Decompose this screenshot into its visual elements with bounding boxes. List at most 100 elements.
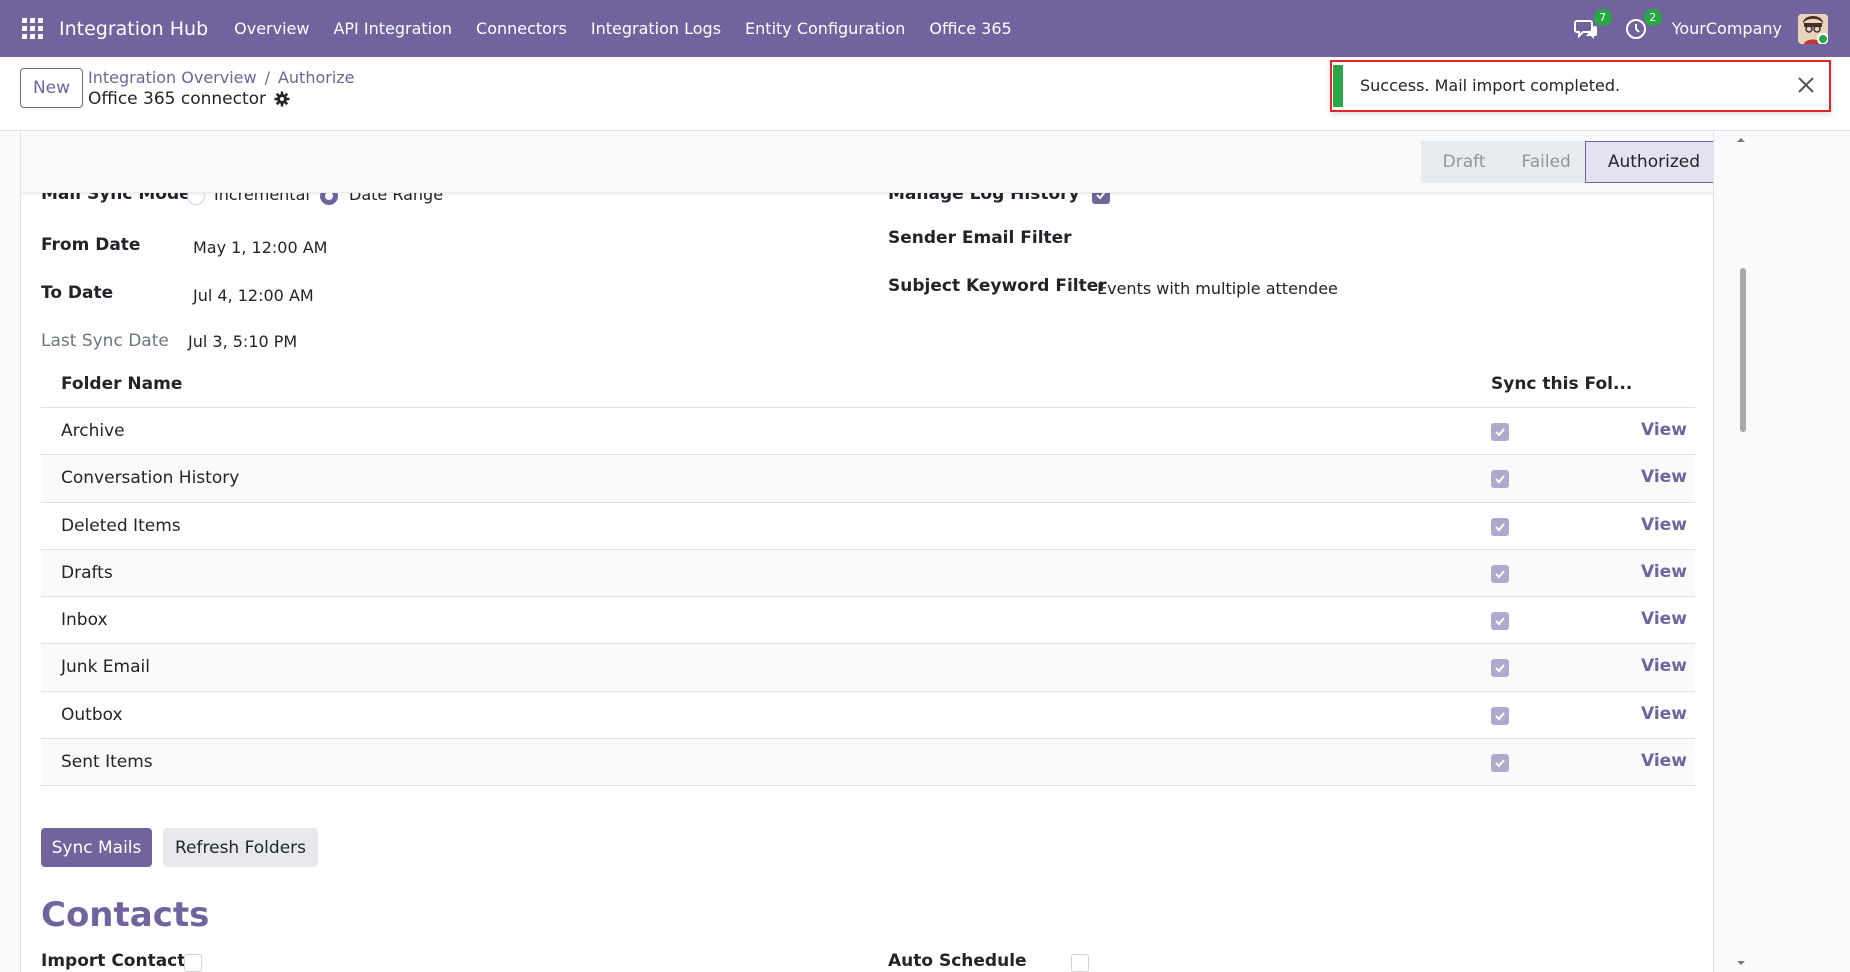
sync-folder-checkbox	[1491, 754, 1509, 773]
sender-email-filter-input[interactable]	[1097, 230, 1597, 252]
activities-button[interactable]: 2	[1622, 8, 1662, 43]
subject-keyword-filter-input[interactable]: Events with multiple attendee	[1097, 279, 1338, 298]
to-date-field[interactable]: Jul 4, 12:00 AM	[193, 286, 314, 305]
view-folder-button[interactable]: View	[1641, 420, 1687, 440]
check-icon	[1495, 570, 1505, 579]
column-folder-name[interactable]: Folder Name	[61, 374, 182, 394]
sync-folder-checkbox	[1491, 564, 1509, 583]
sync-folder-checkbox	[1491, 706, 1509, 725]
check-icon	[1495, 475, 1505, 484]
refresh-folders-button[interactable]: Refresh Folders	[163, 828, 318, 867]
table-row[interactable]: Outbox View	[41, 692, 1695, 740]
messages-badge: 7	[1593, 8, 1612, 26]
menu-entity-configuration[interactable]: Entity Configuration	[745, 19, 905, 38]
status-authorized[interactable]: Authorized	[1584, 141, 1713, 183]
sync-mails-button[interactable]: Sync Mails	[41, 828, 152, 867]
status-failed[interactable]: Failed	[1499, 141, 1585, 183]
folder-name[interactable]: Inbox	[61, 610, 108, 630]
subject-keyword-filter-label: Subject Keyword Filter	[888, 276, 1107, 296]
view-folder-button[interactable]: View	[1641, 704, 1687, 724]
top-navbar: Integration Hub Overview API Integration…	[0, 0, 1850, 57]
success-notification: Success. Mail import completed.	[1330, 60, 1831, 112]
menu-api-integration[interactable]: API Integration	[333, 19, 452, 38]
folder-name[interactable]: Outbox	[61, 705, 123, 725]
menu-integration-logs[interactable]: Integration Logs	[591, 19, 721, 38]
check-icon	[1495, 759, 1505, 768]
menu-connectors[interactable]: Connectors	[476, 19, 567, 38]
user-avatar[interactable]	[1798, 13, 1828, 44]
folder-name[interactable]: Junk Email	[61, 657, 150, 677]
notification-message: Success. Mail import completed.	[1360, 76, 1621, 95]
table-row[interactable]: Inbox View	[41, 597, 1695, 645]
table-row[interactable]: Drafts View	[41, 549, 1695, 598]
sender-email-filter-label: Sender Email Filter	[888, 228, 1072, 248]
auto-schedule-checkbox[interactable]	[1071, 954, 1089, 972]
view-folder-button[interactable]: View	[1641, 609, 1687, 629]
view-folder-button[interactable]: View	[1641, 562, 1687, 582]
breadcrumb-integration-overview[interactable]: Integration Overview	[88, 68, 257, 87]
check-icon	[1495, 664, 1505, 673]
app-brand[interactable]: Integration Hub	[59, 18, 208, 40]
messages-button[interactable]: 7	[1572, 8, 1612, 43]
table-row[interactable]: Conversation History View	[41, 455, 1695, 503]
folder-name[interactable]: Sent Items	[61, 752, 153, 772]
breadcrumb-authorize[interactable]: Authorize	[278, 68, 355, 87]
last-sync-date-value: Jul 3, 5:10 PM	[188, 332, 298, 351]
record-name: Office 365 connector	[88, 89, 267, 109]
activities-badge: 2	[1643, 8, 1662, 26]
from-date-label: From Date	[41, 235, 141, 255]
table-row[interactable]: Sent Items View	[41, 739, 1695, 787]
view-folder-button[interactable]: View	[1641, 467, 1687, 487]
sync-folder-checkbox	[1491, 423, 1509, 441]
breadcrumb: Integration Overview / Authorize	[88, 68, 355, 87]
main-menu: Overview API Integration Connectors Inte…	[234, 19, 1036, 38]
check-icon	[1495, 522, 1505, 532]
scroll-down-icon[interactable]	[1736, 958, 1746, 968]
folder-name[interactable]: Drafts	[61, 563, 113, 583]
breadcrumb-separator: /	[264, 68, 270, 87]
record-title: Office 365 connector	[88, 89, 290, 109]
last-sync-date-label: Last Sync Date	[41, 331, 169, 351]
sync-folder-checkbox	[1491, 659, 1509, 678]
check-icon	[1495, 617, 1505, 626]
gear-icon[interactable]	[274, 91, 290, 107]
view-folder-button[interactable]: View	[1641, 656, 1687, 676]
scrollbar[interactable]	[1734, 131, 1748, 972]
table-row[interactable]: Junk Email View	[41, 644, 1695, 692]
new-button[interactable]: New	[20, 68, 83, 108]
notification-success-strip	[1333, 65, 1343, 107]
table-row[interactable]: Archive View	[41, 408, 1695, 456]
to-date-label: To Date	[41, 283, 114, 303]
form-sheet: Draft Failed Authorized Mail Sync Mode I…	[20, 131, 1714, 972]
folder-name[interactable]: Conversation History	[61, 468, 239, 488]
folder-name[interactable]: Archive	[61, 421, 125, 441]
view-folder-button[interactable]: View	[1641, 515, 1687, 535]
folder-name[interactable]: Deleted Items	[61, 516, 181, 536]
table-header: Folder Name Sync this Fol...	[41, 361, 1695, 408]
menu-overview[interactable]: Overview	[234, 19, 309, 38]
clock-icon	[1625, 18, 1646, 39]
status-bar: Draft Failed Authorized	[21, 131, 1713, 193]
close-icon[interactable]	[1795, 74, 1817, 96]
sync-folder-checkbox	[1491, 517, 1509, 536]
folders-table: Folder Name Sync this Fol... Archive View…	[41, 361, 1695, 787]
scroll-up-icon[interactable]	[1736, 135, 1746, 145]
import-contact-label: Import Contact	[41, 951, 186, 971]
menu-office-365[interactable]: Office 365	[929, 19, 1011, 38]
check-icon	[1495, 712, 1505, 721]
contacts-section-title: Contacts	[41, 895, 210, 935]
apps-grid-icon[interactable]	[22, 17, 44, 40]
sync-folder-checkbox	[1491, 470, 1509, 489]
view-folder-button[interactable]: View	[1641, 751, 1687, 771]
column-sync-this-folder[interactable]: Sync this Fol...	[1491, 374, 1632, 394]
table-row[interactable]: Deleted Items View	[41, 503, 1695, 550]
check-icon	[1495, 428, 1505, 437]
from-date-field[interactable]: May 1, 12:00 AM	[193, 238, 327, 257]
online-status-dot	[1817, 32, 1828, 44]
import-contact-checkbox[interactable]	[184, 954, 202, 972]
auto-schedule-label: Auto Schedule	[888, 951, 1027, 971]
company-switcher[interactable]: YourCompany	[1672, 19, 1782, 38]
status-draft[interactable]: Draft	[1420, 141, 1500, 183]
sync-folder-checkbox	[1491, 612, 1509, 631]
scrollbar-thumb[interactable]	[1740, 268, 1746, 432]
